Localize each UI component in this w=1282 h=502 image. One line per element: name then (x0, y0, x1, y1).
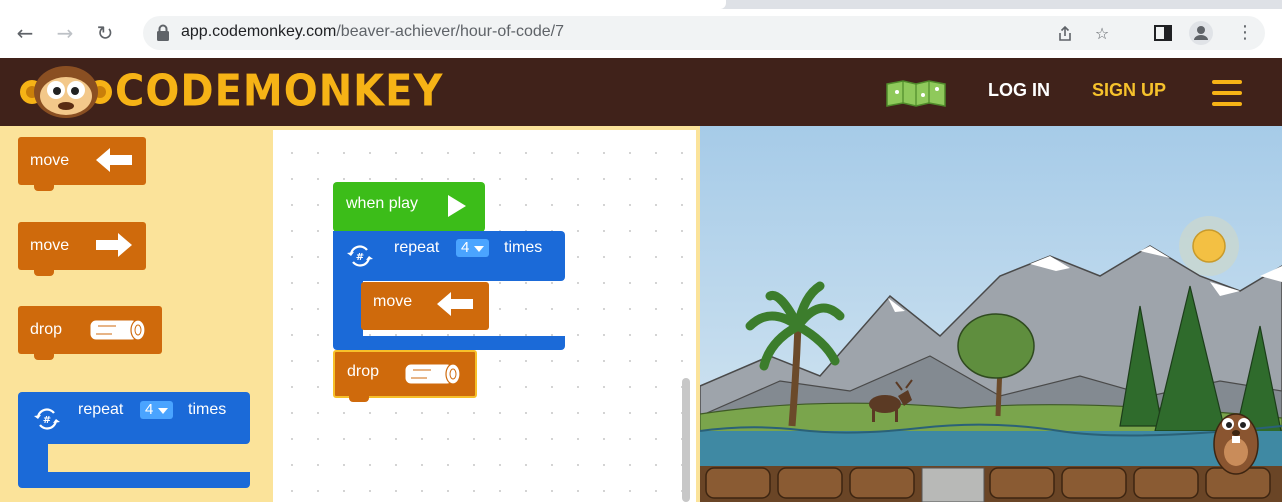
game-scene-illustration (700, 126, 1282, 502)
block-label: when play (346, 195, 419, 212)
lock-icon[interactable] (156, 24, 170, 42)
block-toolbox: move move drop # repeat 4 times (0, 126, 273, 502)
svg-text:#: # (356, 252, 364, 263)
toolbox-move-left-block[interactable]: move (18, 137, 146, 191)
arrow-right-icon (96, 233, 132, 257)
toolbox-drop-block[interactable]: drop (18, 306, 162, 360)
block-label: repeat (394, 239, 440, 256)
workspace-repeat-block[interactable]: # repeat 4 times (333, 231, 565, 281)
url-path: /beaver-achiever/hour-of-code/7 (336, 23, 565, 40)
code-workspace[interactable]: when play # repeat 4 times move drop (273, 126, 700, 502)
toolbox-repeat-foot (18, 472, 250, 488)
site-header: CODEMONKEY LOG IN SIGN UP (0, 58, 1282, 126)
url-text[interactable]: app.codemonkey.com/beaver-achiever/hour-… (181, 23, 564, 41)
hamburger-menu-icon[interactable] (1212, 80, 1242, 106)
arrow-left-icon (437, 292, 473, 316)
kebab-menu-icon[interactable]: ⋮ (1233, 21, 1257, 45)
monkey-logo-icon[interactable] (18, 64, 114, 120)
bookmark-star-icon[interactable]: ☆ (1093, 25, 1111, 43)
game-scene (700, 126, 1282, 502)
workspace-repeat-foot (333, 336, 565, 350)
workspace-move-left-block[interactable]: move (361, 282, 489, 330)
svg-text:#: # (43, 415, 51, 426)
block-label: move (373, 293, 413, 310)
block-label: drop (30, 321, 63, 338)
log-icon (404, 363, 461, 385)
active-tab[interactable] (0, 0, 726, 9)
repeat-count-dropdown[interactable]: 4 (456, 239, 490, 257)
when-play-block[interactable]: when play (333, 182, 485, 232)
tab-strip (0, 0, 1282, 9)
repeat-icon: # (347, 245, 373, 267)
reload-icon[interactable]: ↻ (93, 21, 117, 45)
block-label: repeat (78, 401, 124, 418)
log-bridge (700, 466, 1282, 502)
toolbox-repeat-block[interactable]: # repeat 4 times (18, 392, 250, 444)
profile-avatar-icon[interactable] (1189, 21, 1213, 45)
block-label: move (30, 152, 70, 169)
block-label: move (30, 237, 70, 254)
map-icon[interactable] (885, 80, 947, 108)
browser-toolbar: ← → ↻ app.codemonkey.com/beaver-achiever… (0, 0, 1282, 58)
block-suffix: times (504, 239, 543, 256)
beaver-character (1213, 413, 1259, 475)
workspace-repeat-arm (333, 278, 363, 344)
forward-arrow-icon[interactable]: → (53, 21, 77, 45)
repeat-count-dropdown[interactable]: 4 (140, 401, 174, 419)
block-label: drop (347, 363, 380, 380)
log-icon (89, 319, 146, 341)
arrow-left-icon (96, 148, 132, 172)
side-panel-icon[interactable] (1151, 21, 1175, 45)
workspace-drop-block[interactable]: drop (333, 350, 477, 402)
url-host: app.codemonkey.com (181, 23, 337, 40)
workspace-scrollbar[interactable] (682, 378, 690, 502)
login-link[interactable]: LOG IN (988, 80, 1050, 101)
block-suffix: times (188, 401, 227, 418)
back-arrow-icon[interactable]: ← (13, 21, 37, 45)
play-icon (448, 195, 466, 217)
toolbox-move-right-block[interactable]: move (18, 222, 146, 276)
logo-text[interactable]: CODEMONKEY (115, 66, 443, 117)
share-icon[interactable] (1056, 25, 1074, 43)
repeat-icon: # (34, 408, 60, 430)
signup-link[interactable]: SIGN UP (1092, 80, 1166, 101)
address-bar[interactable]: app.codemonkey.com/beaver-achiever/hour-… (143, 16, 1265, 50)
